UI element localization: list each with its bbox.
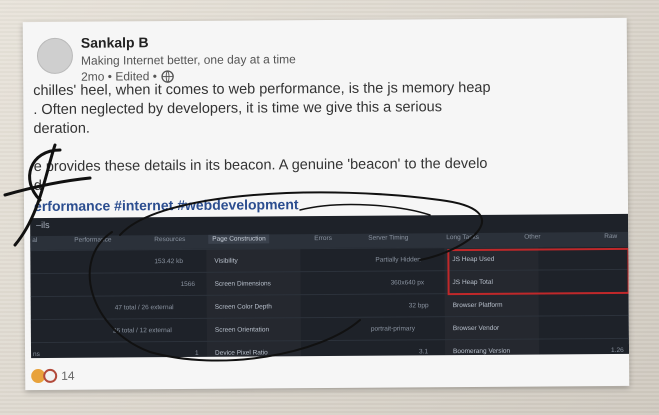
screenshot-tab: Other [524, 233, 541, 241]
post-body: chilles' heel, when it comes to web perf… [23, 78, 628, 194]
screenshot-cell: Screen Color Depth [214, 303, 272, 311]
screenshot-tab: Raw [604, 232, 618, 241]
screenshot-cell: 1 [195, 349, 199, 357]
screenshot-tab: Resources [154, 235, 186, 244]
screenshot-tab: Long Tasks [446, 233, 480, 242]
post-text-line: deration. [33, 120, 90, 138]
screenshot-cell: 360x640 px [390, 279, 425, 287]
screenshot-cell: Device Pixel Ratio [215, 349, 268, 357]
screenshot-cell: Browser Vendor [452, 324, 500, 333]
screenshot-cell: 1.26 [611, 346, 624, 355]
reactions-bar[interactable]: 14 [31, 366, 75, 386]
screenshot-cell: 26 total / 12 external [112, 327, 172, 335]
screenshot-tab-active: Page Construction [208, 234, 270, 244]
screenshot-tab: al [32, 237, 38, 245]
screenshot-tab: Performance [74, 236, 112, 244]
author-name[interactable]: Sankalp B [81, 34, 149, 50]
post-text-line: e provides these details in its beacon. … [33, 155, 488, 176]
screenshot-cell: 47 total / 26 external [114, 304, 174, 312]
reaction-count[interactable]: 14 [61, 369, 74, 383]
screenshot-cell: 153.42 kb [154, 258, 183, 266]
screenshot-cell: Screen Orientation [214, 326, 270, 334]
screenshot-tab: Server Timing [368, 234, 409, 242]
screenshot-cell: Partially Hidden [375, 256, 421, 264]
embedded-screenshot[interactable]: –ils al Performance Resources Page Const… [30, 213, 630, 359]
screenshot-cell: Boomerang Version [453, 347, 511, 356]
heart-reaction-icon [43, 368, 58, 383]
screenshot-cell: Browser Platform [452, 301, 503, 310]
post-text-line: . Often neglected by developers, it is t… [33, 99, 443, 119]
screenshot-row: ns 1 Device Pixel Ratio 3.1 Boomerang Ve… [30, 337, 630, 359]
screenshot-cell: 32 bpp [408, 302, 429, 310]
hashtags[interactable]: erformance #internet #webdevelopment [34, 196, 299, 214]
screenshot-cell: portrait-primary [370, 325, 415, 333]
screenshot-cell: Visibility [214, 257, 238, 265]
screenshot-cell: 3.1 [419, 348, 429, 356]
screenshot-title: –ils [36, 219, 50, 231]
screenshot-cell: Screen Dimensions [214, 280, 271, 288]
post-card: Sankalp B Making Internet better, one da… [22, 17, 630, 391]
highlight-box [447, 247, 630, 296]
author-tagline: Making Internet better, one day at a tim… [80, 52, 296, 68]
screenshot-tab: Errors [314, 234, 332, 243]
post-text-line: d [33, 177, 43, 195]
avatar[interactable] [36, 37, 74, 75]
screenshot-cell: 1566 [180, 280, 196, 289]
screenshot-cell: ns [33, 351, 40, 359]
